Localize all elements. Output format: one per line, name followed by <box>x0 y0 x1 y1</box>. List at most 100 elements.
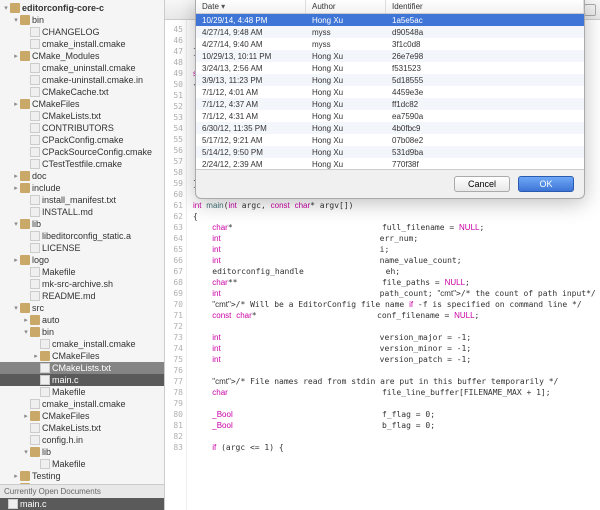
file-icon <box>40 363 50 373</box>
table-row[interactable]: 3/9/13, 11:23 PMHong Xu5d18555 <box>196 74 584 86</box>
tree-item[interactable]: config.h.in <box>0 434 164 446</box>
file-icon <box>30 123 40 133</box>
tree-item[interactable]: ▸ CMake_Modules <box>0 50 164 62</box>
project-root[interactable]: ▾ editorconfig-core-c <box>0 2 164 14</box>
disclosure-icon[interactable]: ▸ <box>12 100 20 108</box>
file-icon <box>30 27 40 37</box>
tree-item[interactable]: CMakeLists.txt <box>0 422 164 434</box>
file-icon <box>30 207 40 217</box>
dialog-buttons: Cancel OK <box>196 170 584 198</box>
table-row[interactable]: 4/27/14, 9:48 AMmyssd90548a <box>196 26 584 38</box>
table-row[interactable]: 7/1/12, 4:37 AMHong Xuff1dc82 <box>196 98 584 110</box>
disclosure-icon[interactable]: ▾ <box>2 4 10 12</box>
folder-icon <box>30 327 40 337</box>
tree-item[interactable]: CMakeLists.txt <box>0 110 164 122</box>
table-row[interactable]: 5/17/12, 9:21 AMHong Xu07b08e2 <box>196 134 584 146</box>
wrap-icon[interactable] <box>584 4 596 16</box>
tree-label: CMakeLists.txt <box>42 423 101 433</box>
file-icon <box>30 135 40 145</box>
file-icon <box>30 231 40 241</box>
tree-label: Testing <box>32 471 61 481</box>
tree-item[interactable]: ▾lib <box>0 446 164 458</box>
open-doc-item[interactable]: main.c <box>0 498 164 510</box>
tree-item[interactable]: ▸logo <box>0 254 164 266</box>
table-row[interactable]: 3/24/13, 2:56 AMHong Xuf531523 <box>196 62 584 74</box>
table-row[interactable]: 2/24/12, 2:39 AMHong Xu770f38f <box>196 158 584 170</box>
tree-item[interactable]: cmake-uninstall.cmake.in <box>0 74 164 86</box>
disclosure-icon[interactable]: ▾ <box>12 304 20 312</box>
tree-label: mk-src-archive.sh <box>42 279 113 289</box>
tree-label: CHANGELOG <box>42 27 100 37</box>
tree-item[interactable]: ▾lib <box>0 218 164 230</box>
disclosure-icon[interactable]: ▾ <box>12 16 20 24</box>
tree-item[interactable]: CHANGELOG <box>0 26 164 38</box>
col-author[interactable]: Author <box>306 0 386 13</box>
tree-item[interactable]: Makefile <box>0 386 164 398</box>
tree-label: cmake_install.cmake <box>52 339 136 349</box>
tree-item[interactable]: ▸ CMakeFiles <box>0 98 164 110</box>
tree-label: CMakeFiles <box>32 99 80 109</box>
tree-label: bin <box>42 327 54 337</box>
folder-icon <box>20 51 30 61</box>
table-row[interactable]: 7/1/12, 4:31 AMHong Xuea7590a <box>196 110 584 122</box>
disclosure-icon[interactable]: ▸ <box>32 352 40 360</box>
tree-item[interactable]: ▸doc <box>0 170 164 182</box>
tree-item[interactable]: CMakeLists.txt <box>0 362 164 374</box>
file-icon <box>30 159 40 169</box>
ok-button[interactable]: OK <box>518 176 574 192</box>
table-row[interactable]: 5/14/12, 9:50 PMHong Xu531d9ba <box>196 146 584 158</box>
tree-item[interactable]: ▸ CMakeFiles <box>0 410 164 422</box>
folder-icon <box>40 351 50 361</box>
tree-item[interactable]: CMakeCache.txt <box>0 86 164 98</box>
disclosure-icon[interactable]: ▸ <box>12 52 20 60</box>
table-row[interactable]: 10/29/14, 4:48 PMHong Xu1a5e5ac <box>196 14 584 26</box>
table-row[interactable]: 10/29/13, 10:11 PMHong Xu26e7e98 <box>196 50 584 62</box>
disclosure-icon[interactable]: ▾ <box>22 448 30 456</box>
disclosure-icon[interactable]: ▸ <box>12 256 20 264</box>
tree-item[interactable]: CPackConfig.cmake <box>0 134 164 146</box>
tree-item[interactable]: ▸auto <box>0 314 164 326</box>
tree-item[interactable]: CTestTestfile.cmake <box>0 158 164 170</box>
commit-table[interactable]: Date ▾ Author Identifier 10/29/14, 4:48 … <box>196 0 584 170</box>
disclosure-icon[interactable]: ▸ <box>22 316 30 324</box>
disclosure-icon[interactable]: ▸ <box>12 172 20 180</box>
table-row[interactable]: 7/1/12, 4:01 AMHong Xu4459e3e <box>196 86 584 98</box>
disclosure-icon[interactable]: ▸ <box>12 184 20 192</box>
table-header[interactable]: Date ▾ Author Identifier <box>196 0 584 14</box>
tree-item[interactable]: cmake_uninstall.cmake <box>0 62 164 74</box>
open-docs-panel: Currently Open Documents main.c <box>0 484 164 510</box>
tree-item[interactable]: ▸ Testing <box>0 470 164 482</box>
tree-item[interactable]: INSTALL.md <box>0 206 164 218</box>
tree-item[interactable]: ▾ bin <box>0 326 164 338</box>
tree-label: CMakeFiles <box>42 411 90 421</box>
tree-item[interactable]: ▸CMakeFiles <box>0 350 164 362</box>
tree-label: CMake_Modules <box>32 51 100 61</box>
file-icon <box>30 291 40 301</box>
col-identifier[interactable]: Identifier <box>386 0 584 13</box>
tree-item[interactable]: LICENSE <box>0 242 164 254</box>
tree-item[interactable]: libeditorconfig_static.a <box>0 230 164 242</box>
disclosure-icon[interactable]: ▸ <box>22 412 30 420</box>
file-tree[interactable]: ▾ editorconfig-core-c ▾binCHANGELOGcmake… <box>0 0 164 484</box>
table-row[interactable]: 4/27/14, 9:40 AMmyss3f1c0d8 <box>196 38 584 50</box>
tree-item[interactable]: main.c <box>0 374 164 386</box>
tree-item[interactable]: mk-src-archive.sh <box>0 278 164 290</box>
table-row[interactable]: 6/30/12, 11:35 PMHong Xu4b0fbc9 <box>196 122 584 134</box>
tree-item[interactable]: install_manifest.txt <box>0 194 164 206</box>
tree-item[interactable]: Makefile <box>0 458 164 470</box>
tree-item[interactable]: Makefile <box>0 266 164 278</box>
tree-item[interactable]: cmake_install.cmake <box>0 38 164 50</box>
tree-item[interactable]: ▾bin <box>0 14 164 26</box>
tree-item[interactable]: CPackSourceConfig.cmake <box>0 146 164 158</box>
tree-item[interactable]: ▸include <box>0 182 164 194</box>
tree-item[interactable]: CONTRIBUTORS <box>0 122 164 134</box>
tree-item[interactable]: README.md <box>0 290 164 302</box>
tree-item[interactable]: cmake_install.cmake <box>0 338 164 350</box>
tree-item[interactable]: cmake_install.cmake <box>0 398 164 410</box>
tree-item[interactable]: ▾src <box>0 302 164 314</box>
project-name: editorconfig-core-c <box>22 3 104 13</box>
cancel-button[interactable]: Cancel <box>454 176 510 192</box>
disclosure-icon[interactable]: ▾ <box>22 328 30 336</box>
disclosure-icon[interactable]: ▾ <box>12 220 20 228</box>
disclosure-icon[interactable]: ▸ <box>12 472 20 480</box>
